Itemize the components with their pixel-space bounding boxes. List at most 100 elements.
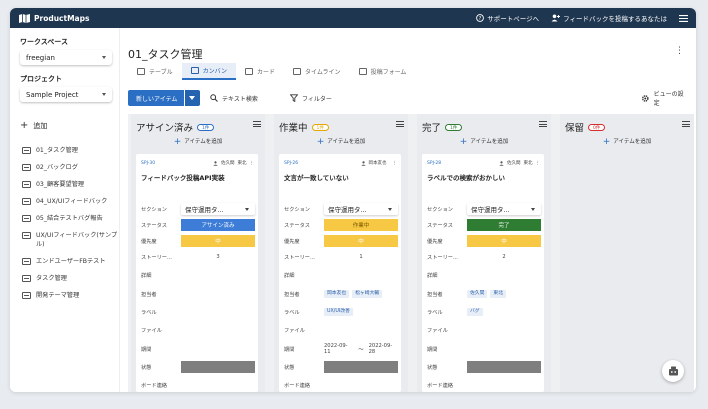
section-select[interactable]: 保守運用タ... (324, 203, 398, 215)
count-badge: 1件 (445, 123, 463, 131)
assignee-chip[interactable]: 岡本友也 (324, 290, 350, 298)
kanban-card[interactable]: SPJ-26 岡本友也 ⋮ 文言が一致していない セクション 保守運用タ... ステータス 作… (279, 154, 401, 392)
story-points[interactable]: 3 (181, 251, 255, 263)
period-value[interactable] (467, 343, 541, 355)
menu-icon[interactable] (682, 121, 690, 127)
support-link[interactable]: ? サポートページへ (476, 13, 539, 23)
detail-value[interactable] (324, 269, 398, 281)
text-search-button[interactable]: テキスト検索 (210, 90, 258, 106)
status-badge[interactable]: アサイン済み (181, 219, 255, 231)
assignee-list[interactable]: 佐久間 東北 (467, 288, 541, 300)
state-bar[interactable] (181, 361, 255, 373)
card-owner: 岡本友也 (368, 161, 387, 166)
sidebar-item[interactable]: エンドユーザーFBテスト (22, 257, 118, 266)
add-item-button[interactable]: + アイテムを追加 (560, 137, 694, 147)
sidebar-item[interactable]: 04_UX/UIフィードバック (22, 197, 118, 206)
assignee-list[interactable]: 岡本友也 松ヶ崎大輔 (324, 288, 398, 300)
card-field-row: ストーリー... 2 (427, 250, 541, 264)
card-id[interactable]: SPJ-28 (427, 161, 441, 166)
card-title[interactable]: ラベルでの検索がおかしい (427, 172, 505, 182)
field-label: ラベル (284, 309, 300, 316)
section-select[interactable]: 保守運用タ... (467, 203, 541, 215)
menu-icon[interactable] (539, 121, 547, 127)
view-settings-button[interactable]: ビューの設定 (641, 90, 688, 107)
add-item-label: アイテムを追加 (470, 139, 509, 145)
priority-badge[interactable]: 中 (181, 235, 255, 247)
status-badge[interactable]: 完了 (467, 219, 541, 231)
assignee-chip[interactable]: 松ヶ崎大輔 (352, 290, 383, 298)
assignee-chip[interactable]: 東北 (490, 290, 507, 298)
assignee-chip[interactable]: 佐久間 (467, 290, 488, 298)
card-id[interactable]: SPJ-30 (141, 161, 155, 166)
status-badge[interactable]: 作業中 (324, 219, 398, 231)
more-options-icon[interactable]: ⋮ (250, 161, 255, 166)
state-bar[interactable] (467, 361, 541, 373)
period-value[interactable]: 2022-09-11 〜 2022-09-28 (324, 343, 398, 355)
sidebar-item[interactable]: タスク管理 (22, 274, 118, 283)
new-item-label: 新しいアイテム (128, 90, 184, 106)
priority-badge[interactable]: 中 (467, 235, 541, 247)
count-badge: 0件 (588, 123, 606, 131)
add-button[interactable]: + 追加 (20, 121, 47, 131)
sidebar-item[interactable]: 05_結合テストバグ報告 (22, 214, 118, 223)
assignee-list[interactable] (181, 288, 255, 300)
card-id[interactable]: SPJ-26 (284, 161, 298, 166)
kanban-card[interactable]: SPJ-28 佐久間 東北 ⋮ ラベルでの検索がおかしい セクション 保守運用タ... ステー… (422, 154, 544, 392)
story-points[interactable]: 1 (324, 251, 398, 263)
sidebar-item[interactable]: 03_顧客要望管理 (22, 180, 118, 189)
card-title[interactable]: フィードバック投稿API実装 (141, 172, 225, 182)
tab-timeline[interactable]: タイムライン (284, 63, 350, 80)
chat-button[interactable] (662, 360, 684, 382)
add-item-button[interactable]: + アイテムを追加 (131, 137, 265, 147)
detail-value[interactable] (181, 269, 255, 281)
project-label: プロジェクト (20, 75, 62, 83)
period-value[interactable] (181, 343, 255, 355)
board-link-value[interactable] (181, 379, 255, 391)
label-chip[interactable]: バグ (467, 308, 483, 316)
file-value[interactable] (324, 324, 398, 336)
app-logo[interactable]: ProductMaps (19, 13, 89, 23)
add-item-button[interactable]: + アイテムを追加 (417, 137, 551, 147)
tab-form[interactable]: 投稿フォーム (350, 63, 416, 80)
tab-card[interactable]: カード (236, 63, 284, 80)
label-list[interactable] (181, 306, 255, 318)
state-bar[interactable] (324, 361, 398, 373)
file-value[interactable] (181, 324, 255, 336)
hamburger-icon[interactable] (679, 14, 688, 22)
project-select[interactable]: Sample Project (20, 87, 112, 102)
label-list[interactable]: バグ (467, 306, 541, 318)
card-title[interactable]: 文言が一致していない (284, 172, 349, 182)
file-value[interactable] (467, 324, 541, 336)
menu-icon[interactable] (253, 121, 261, 127)
tab-table[interactable]: テーブル (128, 63, 182, 80)
feedback-link[interactable]: フィードバックを投稿するあなたは (551, 13, 667, 23)
label-chip[interactable]: UX/UI改善 (324, 308, 353, 316)
new-item-button[interactable]: 新しいアイテム (128, 90, 200, 106)
more-options-icon[interactable]: ⋮ (675, 46, 684, 56)
field-label: ステータス (141, 222, 167, 229)
sidebar-item[interactable]: 開発テーマ管理 (22, 291, 118, 300)
detail-value[interactable] (467, 269, 541, 281)
menu-icon[interactable] (396, 121, 404, 127)
add-item-button[interactable]: + アイテムを追加 (274, 137, 408, 147)
tab-kanban[interactable]: カンバン (181, 63, 236, 80)
chevron-down-icon[interactable] (185, 90, 200, 106)
sidebar-item[interactable]: UX/UIフィードバック(サンプル) (22, 231, 118, 249)
search-icon (210, 94, 218, 102)
period-end: 2022-09-28 (368, 343, 393, 355)
more-options-icon[interactable]: ⋮ (393, 161, 398, 166)
label-list[interactable]: UX/UI改善 (324, 306, 398, 318)
sidebar-item[interactable]: 02_バックログ (22, 163, 118, 172)
kanban-card[interactable]: SPJ-30 佐久間 東北 ⋮ フィードバック投稿API実装 セクション 保守運用タ... ス… (136, 154, 258, 392)
story-points[interactable]: 2 (467, 251, 541, 263)
priority-badge[interactable]: 中 (324, 235, 398, 247)
board-link-value[interactable] (467, 379, 541, 391)
section-select[interactable]: 保守運用タ... (181, 203, 255, 215)
workspace-select[interactable]: freegian (20, 50, 112, 65)
more-options-icon[interactable]: ⋮ (536, 161, 541, 166)
filter-button[interactable]: フィルター (290, 90, 332, 106)
board-link-value[interactable] (324, 379, 398, 391)
table-icon (22, 181, 31, 188)
robot-icon (668, 366, 678, 376)
sidebar-item[interactable]: 01_タスク管理 (22, 146, 118, 155)
